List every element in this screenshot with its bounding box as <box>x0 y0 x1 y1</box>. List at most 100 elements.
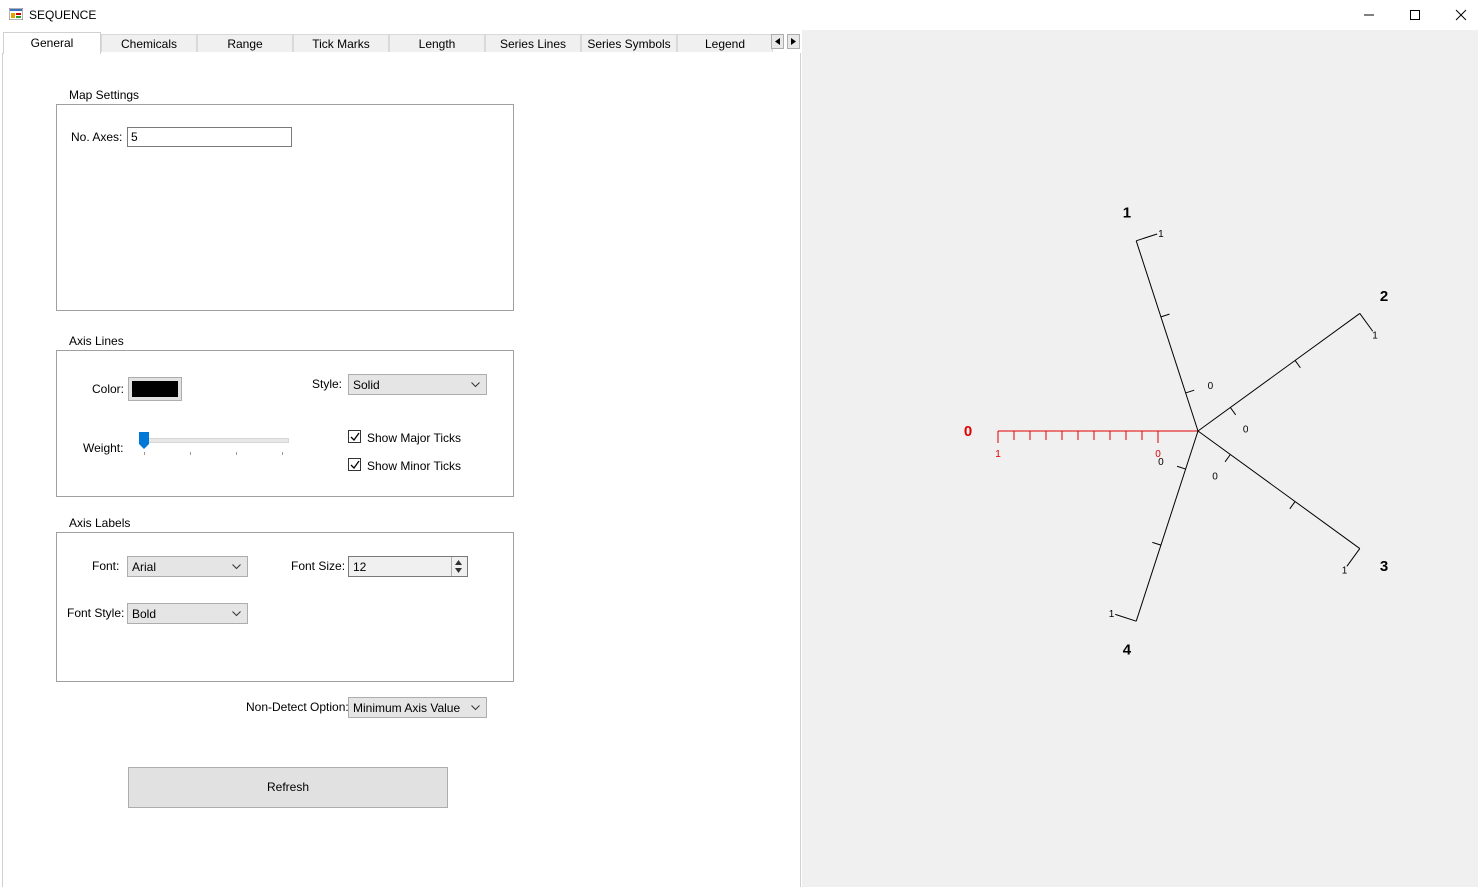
app-icon <box>9 8 23 20</box>
maximize-button[interactable] <box>1392 0 1438 30</box>
font-size-value: 12 <box>353 560 367 574</box>
axis-line <box>1197 430 1361 549</box>
tab-series-lines[interactable]: Series Lines <box>485 34 581 52</box>
non-detect-select-value: Minimum Axis Value <box>353 701 461 715</box>
weight-label: Weight: <box>83 441 124 455</box>
axis-min-label: 0 <box>1208 381 1214 392</box>
axis-name-label: 3 <box>1380 558 1388 575</box>
slider-tick <box>282 452 283 455</box>
minimize-icon <box>1364 14 1374 16</box>
tick-mark <box>1160 313 1170 318</box>
tick-mark <box>1289 501 1296 510</box>
chevron-down-icon <box>471 705 480 711</box>
weight-slider[interactable] <box>133 430 289 460</box>
tab-range[interactable]: Range <box>197 34 293 52</box>
axis-name-label: 4 <box>1123 642 1132 659</box>
axis-line <box>1135 240 1199 432</box>
tab-tick-marks[interactable]: Tick Marks <box>293 34 389 52</box>
font-select-value: Arial <box>132 560 157 574</box>
axis-line <box>1135 430 1199 622</box>
tick-mark <box>1152 541 1162 546</box>
arrow-left-icon <box>775 38 780 45</box>
arrow-right-icon <box>791 38 796 45</box>
close-icon <box>1455 9 1467 21</box>
axis-max-label: 1 <box>995 449 1001 460</box>
non-detect-label: Non-Detect Option: <box>246 700 349 714</box>
font-size-label: Font Size: <box>291 559 346 573</box>
slider-tick <box>190 452 191 455</box>
color-label: Color: <box>92 382 125 396</box>
tab-chemicals[interactable]: Chemicals <box>101 34 197 52</box>
axis-labels-title: Axis Labels <box>67 516 133 530</box>
axis-min-label: 0 <box>1212 472 1218 483</box>
minimize-button[interactable] <box>1346 0 1392 30</box>
show-minor-ticks-label: Show Minor Ticks <box>367 459 462 473</box>
tick-mark <box>1115 613 1137 622</box>
show-major-ticks-label: Show Major Ticks <box>367 431 462 445</box>
title-bar: SEQUENCE <box>0 0 1478 30</box>
maximize-icon <box>1410 10 1420 20</box>
axis-lines-group <box>56 350 514 497</box>
slider-tick <box>144 452 145 455</box>
chevron-down-icon <box>232 611 241 617</box>
tab-scroll-right-button[interactable] <box>787 34 800 49</box>
font-style-select[interactable]: Bold <box>127 603 248 624</box>
tick-mark <box>1229 407 1237 416</box>
axis-max-label: 1 <box>1342 566 1348 577</box>
font-label: Font: <box>92 559 120 573</box>
axis-max-label: 1 <box>1372 330 1378 341</box>
font-style-select-value: Bold <box>132 607 157 621</box>
font-size-spinner[interactable]: 12 <box>348 556 468 577</box>
slider-tick <box>236 452 237 455</box>
color-swatch <box>132 381 178 397</box>
sequence-map: 01001101201 3014 <box>964 204 1388 659</box>
spinner-buttons[interactable] <box>451 557 467 576</box>
window-title: SEQUENCE <box>29 8 97 22</box>
tab-general[interactable]: General <box>3 32 101 54</box>
show-minor-ticks-checkbox[interactable] <box>348 458 361 471</box>
tick-mark <box>1224 454 1231 463</box>
tab-length[interactable]: Length <box>389 34 485 52</box>
axis-line <box>1197 313 1361 432</box>
axis-labels-group <box>56 532 514 682</box>
axis-min-label: 0 <box>1243 425 1249 436</box>
style-select-value: Solid <box>353 378 380 392</box>
style-label: Style: <box>312 377 343 391</box>
tick-mark <box>1294 360 1301 369</box>
preview-panel: 010011012013014 <box>802 30 1478 887</box>
settings-panel: Map Settings No. Axes: 5 Axis Lines Colo… <box>2 53 801 887</box>
chevron-down-icon <box>232 564 241 570</box>
tick-mark <box>1359 313 1374 332</box>
axis-name-label: 1 <box>1123 204 1131 221</box>
color-picker-button[interactable] <box>128 377 182 401</box>
no-axes-input[interactable]: 5 <box>127 127 292 147</box>
spin-down-icon[interactable] <box>455 568 462 573</box>
axis-name-label: 0 <box>964 423 972 440</box>
refresh-button[interactable]: Refresh <box>128 767 448 808</box>
tick-mark <box>1346 548 1361 567</box>
checkmark-icon <box>350 432 360 442</box>
chevron-down-icon <box>471 382 480 388</box>
tab-series-symbols[interactable]: Series Symbols <box>581 34 677 52</box>
map-settings-title: Map Settings <box>67 88 142 102</box>
non-detect-select[interactable]: Minimum Axis Value <box>348 697 487 718</box>
checkmark-icon <box>350 460 360 470</box>
spin-up-icon[interactable] <box>455 560 462 565</box>
slider-track <box>139 438 289 443</box>
style-select[interactable]: Solid <box>348 374 487 395</box>
axis-max-label: 1 <box>1109 609 1115 620</box>
axis-min-label: 0 <box>1158 457 1164 468</box>
axis-max-label: 1 <box>1158 229 1164 240</box>
slider-thumb[interactable] <box>138 431 150 450</box>
show-major-ticks-checkbox[interactable] <box>348 430 361 443</box>
font-style-label: Font Style: <box>67 606 125 620</box>
tab-strip: General Chemicals Range Tick Marks Lengt… <box>3 32 802 54</box>
close-button[interactable] <box>1438 0 1478 30</box>
tab-legend[interactable]: Legend <box>677 34 773 52</box>
font-select[interactable]: Arial <box>127 556 248 577</box>
tick-mark <box>1136 233 1158 242</box>
axis-name-label: 2 <box>1380 288 1388 305</box>
tick-mark <box>1176 465 1186 470</box>
tab-scroll-left-button[interactable] <box>771 34 784 49</box>
axis-lines-title: Axis Lines <box>67 334 126 348</box>
